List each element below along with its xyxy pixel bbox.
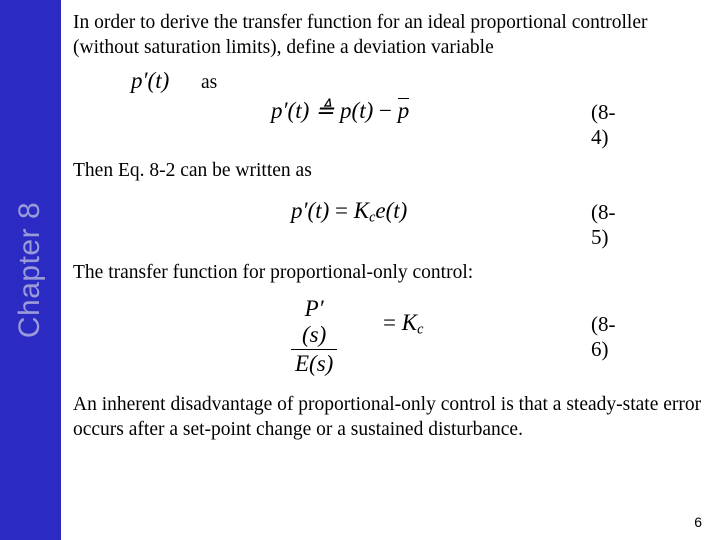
equation-8-5-body: p′(t) = Kce(t) xyxy=(291,198,407,227)
eq86-operator: = xyxy=(383,310,396,335)
equation-8-4-body: p′(t) ≜ p(t) − p xyxy=(271,98,410,124)
eq85-lhs: p′(t) xyxy=(291,198,330,223)
chapter-label: Chapter 8 xyxy=(13,201,47,339)
equation-8-6-fraction: P′(s) E(s) xyxy=(291,296,338,377)
paragraph-transfer-function: The transfer function for proportional-o… xyxy=(73,262,474,283)
inline-math-text: p′(t) xyxy=(131,68,170,93)
eq86-denominator: E(s) xyxy=(295,351,334,376)
slide: Chapter 8 In order to derive the transfe… xyxy=(0,0,720,540)
paragraph-then-eq: Then Eq. 8-2 can be written as xyxy=(73,160,312,181)
equation-8-5-number: (8-5) xyxy=(591,200,616,249)
eq86-subscript: c xyxy=(417,321,424,338)
eq84-rhs-bar: p xyxy=(397,98,410,123)
eq84-minus: − xyxy=(379,98,392,123)
eq86-numerator: P′(s) xyxy=(291,296,338,350)
chapter-sidebar-label-wrapper: Chapter 8 xyxy=(0,0,61,540)
eq85-rhs-term: e(t) xyxy=(375,198,408,223)
eq85-coefficient: K xyxy=(353,198,370,223)
page-number: 6 xyxy=(694,514,702,530)
equation-8-4-number: (8-4) xyxy=(591,100,616,149)
eq84-operator: ≜ xyxy=(315,98,335,123)
inline-word-as: as xyxy=(201,72,218,93)
equation-8-6-number: (8-6) xyxy=(591,312,616,361)
eq84-lhs: p′(t) xyxy=(271,98,310,123)
inline-math-deviation-variable: p′(t) xyxy=(131,68,169,94)
equation-8-6-rhs: = Kc xyxy=(383,310,423,339)
eq84-rhs-term: p(t) xyxy=(340,98,374,123)
eq86-coefficient: K xyxy=(401,310,418,335)
eq85-operator: = xyxy=(335,198,348,223)
paragraph-disadvantage: An inherent disadvantage of proportional… xyxy=(73,394,707,440)
paragraph-intro: In order to derive the transfer function… xyxy=(73,12,653,58)
chapter-sidebar: Chapter 8 xyxy=(0,0,61,540)
slide-content: In order to derive the transfer function… xyxy=(61,0,720,540)
